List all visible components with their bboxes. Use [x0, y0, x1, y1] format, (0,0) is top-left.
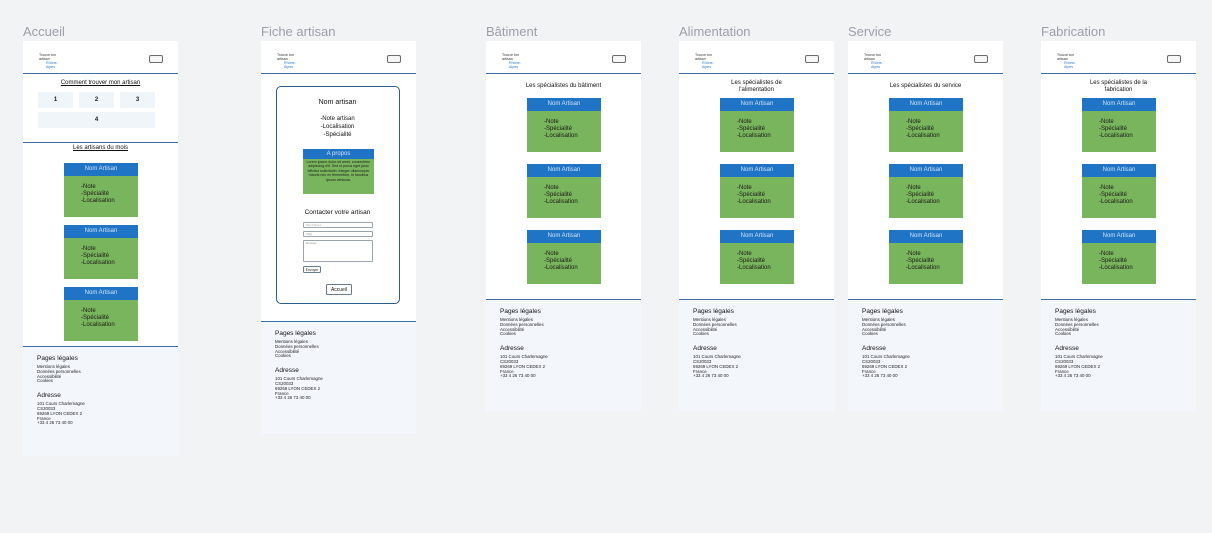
- site-footer: Pages légales Mentions légales Données p…: [679, 300, 834, 411]
- menu-icon[interactable]: [612, 55, 626, 63]
- site-header: Trouve ton artisan Rhône-Alpes: [23, 41, 178, 74]
- frame-title-alimentation: Alimentation: [679, 24, 751, 39]
- menu-icon[interactable]: [805, 55, 819, 63]
- frame-fabrication: Trouve ton artisan Rhône-Alpes Les spéci…: [1041, 41, 1196, 411]
- section-title: Les spécialistes du bâtiment: [525, 83, 602, 89]
- site-logo[interactable]: Trouve ton artisan Rhône-Alpes: [39, 53, 61, 69]
- frame-accueil: Trouve ton artisan Rhône-Alpes Comment t…: [23, 41, 178, 456]
- site-logo[interactable]: Trouve ton artisan Rhône-Alpes: [502, 53, 524, 69]
- legal-title: Pages légales: [693, 308, 734, 315]
- artisan-card[interactable]: Nom Artisan -Note -Spécialité -Localisatio…: [1082, 98, 1156, 152]
- about-block: A propos Lorem ipsum dolor sit amet, con…: [303, 149, 374, 194]
- artisan-card[interactable]: Nom Artisan -Note -Spécialité -Localisatio…: [889, 230, 963, 284]
- artisan-card[interactable]: Nom Artisan -Note -Spécialité -Localisatio…: [64, 287, 138, 341]
- address-title: Adresse: [693, 345, 717, 353]
- artisan-card[interactable]: Nom Artisan -Note -Spécialité -Localisatio…: [720, 230, 794, 284]
- address-title: Adresse: [275, 367, 299, 375]
- address-title: Adresse: [1055, 345, 1079, 353]
- section-title: Les spécialistes de la fabrication: [1089, 80, 1148, 93]
- step-2: 2: [79, 92, 114, 108]
- artisan-card[interactable]: Nom Artisan -Note -Spécialité -Localisatio…: [889, 98, 963, 152]
- site-header: Trouve ton artisan Rhône-Alpes: [848, 41, 1003, 74]
- frame-title-fiche: Fiche artisan: [261, 24, 336, 39]
- step-3: 3: [120, 92, 155, 108]
- frame-alimentation: Trouve ton artisan Rhône-Alpes Les spéci…: [679, 41, 834, 411]
- artisan-card[interactable]: Nom Artisan -Note -Spécialité -Localisatio…: [527, 98, 601, 152]
- legal-title: Pages légales: [862, 308, 903, 315]
- site-logo[interactable]: Trouve ton artisan Rhône-Alpes: [695, 53, 717, 69]
- frame-title-fabrication: Fabrication: [1041, 24, 1106, 39]
- artisan-card[interactable]: Nom Artisan -Note -Spécialité -Localisatio…: [720, 98, 794, 152]
- site-header: Trouve ton artisan Rhône-Alpes: [679, 41, 834, 74]
- menu-icon[interactable]: [387, 55, 401, 63]
- artisan-card[interactable]: Nom Artisan -Note -Spécialité -Localisatio…: [720, 164, 794, 218]
- site-footer: Pages légales Mentions légales Données p…: [261, 322, 416, 434]
- artisan-card[interactable]: Nom Artisan -Note -Spécialité -Localisatio…: [64, 225, 138, 279]
- subject-input[interactable]: Objet: [303, 231, 373, 237]
- site-footer: Pages légales Mentions légales Données p…: [486, 300, 641, 411]
- legal-title: Pages légales: [1055, 308, 1096, 315]
- artisan-detail-box: Nom artisan -Note artisan -Localisation …: [276, 86, 400, 304]
- menu-icon[interactable]: [149, 55, 163, 63]
- site-logo[interactable]: Trouve ton artisan Rhône-Alpes: [1057, 53, 1079, 69]
- section-title: Les spécialistes de l'alimentation: [731, 80, 782, 93]
- menu-icon[interactable]: [1167, 55, 1181, 63]
- address-title: Adresse: [500, 345, 524, 353]
- step-1: 1: [38, 92, 73, 108]
- frame-title-batiment: Bâtiment: [486, 24, 538, 39]
- legal-title: Pages légales: [500, 308, 541, 315]
- name-input[interactable]: Nom Prénom: [303, 222, 373, 228]
- step-4: 4: [38, 112, 155, 128]
- section-title: Les spécialistes du service: [889, 83, 962, 89]
- site-header: Trouve ton artisan Rhône-Alpes: [1041, 41, 1196, 74]
- divider: [23, 142, 178, 143]
- frame-service: Trouve ton artisan Rhône-Alpes Les spéci…: [848, 41, 1003, 411]
- site-footer: Pages légales Mentions légales Données p…: [1041, 300, 1196, 411]
- month-title: Les artisans du mois: [72, 145, 129, 151]
- artisan-note: -Note artisan: [320, 116, 355, 122]
- frame-batiment: Trouve ton artisan Rhône-Alpes Les spéci…: [486, 41, 641, 411]
- send-button[interactable]: Envoyer: [303, 266, 321, 273]
- artisan-card[interactable]: Nom Artisan -Note -Spécialité -Localisatio…: [1082, 164, 1156, 218]
- site-logo[interactable]: Trouve ton artisan Rhône-Alpes: [277, 53, 299, 69]
- frame-title-service: Service: [848, 24, 892, 39]
- site-header: Trouve ton artisan Rhône-Alpes: [261, 41, 416, 74]
- artisan-card[interactable]: Nom Artisan -Note -Spécialité -Localisatio…: [64, 163, 138, 217]
- address-title: Adresse: [37, 392, 61, 400]
- contact-title: Contacter votre artisan: [304, 209, 371, 216]
- frame-fiche-artisan: Trouve ton artisan Rhône-Alpes Nom artis…: [261, 41, 416, 434]
- legal-title: Pages légales: [37, 355, 78, 362]
- artisan-card[interactable]: Nom Artisan -Note -Spécialité -Localisatio…: [527, 230, 601, 284]
- how-title: Comment trouver mon artisan: [60, 80, 141, 86]
- artisan-card[interactable]: Nom Artisan -Note -Spécialité -Localisatio…: [889, 164, 963, 218]
- menu-icon[interactable]: [974, 55, 988, 63]
- artisan-card[interactable]: Nom Artisan -Note -Spécialité -Localisatio…: [1082, 230, 1156, 284]
- message-textarea[interactable]: Message: [303, 240, 373, 262]
- address-title: Adresse: [862, 345, 886, 353]
- legal-title: Pages légales: [275, 330, 316, 337]
- artisan-specialite: -Spécialité: [323, 132, 352, 138]
- frame-title-accueil: Accueil: [23, 24, 65, 39]
- site-header: Trouve ton artisan Rhône-Alpes: [486, 41, 641, 74]
- artisan-card[interactable]: Nom Artisan -Note -Spécialité -Localisatio…: [527, 164, 601, 218]
- site-logo[interactable]: Trouve ton artisan Rhône-Alpes: [864, 53, 886, 69]
- site-footer: Pages légales Mentions légales Données p…: [848, 300, 1003, 411]
- artisan-localisation: -Localisation: [320, 124, 355, 130]
- home-button[interactable]: Accueil: [326, 284, 352, 295]
- site-footer: Pages légales Mentions légales Données p…: [23, 347, 178, 456]
- artisan-name: Nom artisan: [318, 99, 357, 106]
